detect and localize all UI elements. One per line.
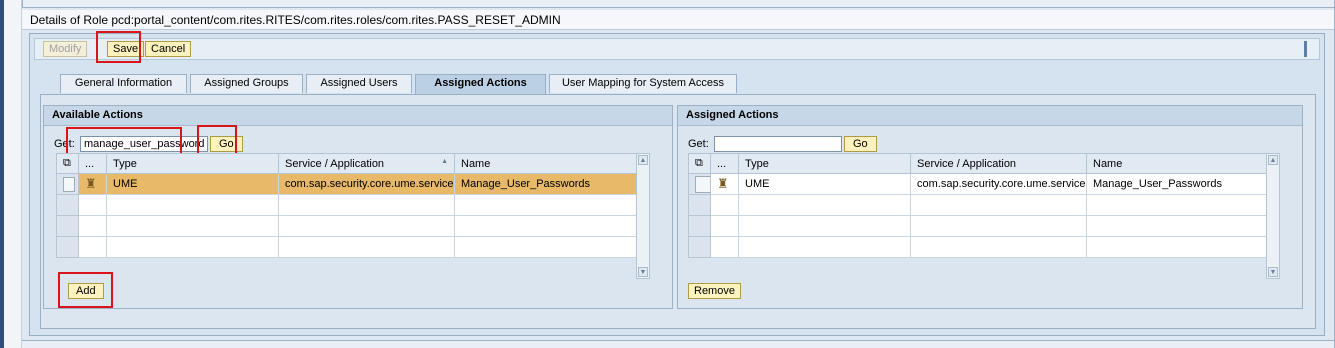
assigned-actions-panel: Assigned Actions Get: Go ⧉ ... Type Serv… (677, 105, 1303, 309)
row-selector-box[interactable] (63, 176, 75, 192)
available-actions-panel: Available Actions Get: Go ⧉ ... Type (43, 105, 673, 309)
sort-ascending-icon[interactable]: ▲ (441, 158, 448, 165)
available-get-label: Get: (54, 138, 75, 150)
scroll-down-icon[interactable]: ▼ (638, 267, 648, 277)
top-strip (22, 0, 1334, 8)
available-actions-title: Available Actions (44, 106, 672, 126)
row-selector (56, 194, 79, 216)
column-header-service[interactable]: Service / Application (910, 153, 1087, 174)
row-icon-cell: ♜ (78, 173, 107, 195)
toolbar-endcap (1304, 41, 1307, 57)
table-row-empty (56, 215, 637, 237)
scroll-down-icon[interactable]: ▼ (1268, 267, 1278, 277)
table-row-empty (688, 236, 1267, 258)
cell-service: com.sap.security.core.ume.service (910, 173, 1087, 195)
tab-user-mapping[interactable]: User Mapping for System Access (549, 74, 737, 93)
row-selector (56, 236, 79, 258)
select-all-icon[interactable]: ⧉ (56, 153, 79, 174)
available-actions-table: ⧉ ... Type Service / Application ▲ Name … (56, 153, 637, 258)
table-row-empty (56, 194, 637, 216)
assigned-search-input[interactable] (714, 136, 842, 152)
row-selector (688, 194, 711, 216)
table-row-empty (56, 236, 637, 258)
row-selector[interactable] (56, 173, 79, 195)
person-icon: ♜ (717, 176, 729, 191)
column-header-type[interactable]: Type (738, 153, 911, 174)
column-header-type[interactable]: Type (106, 153, 279, 174)
tab-general-information[interactable]: General Information (60, 74, 187, 93)
tab-assigned-users[interactable]: Assigned Users (306, 74, 412, 93)
available-get-row: Get: Go (54, 136, 274, 152)
available-table-scrollbar[interactable]: ▲ ▼ (636, 153, 650, 279)
cell-service: com.sap.security.core.ume.service (278, 173, 455, 195)
cell-name: Manage_User_Passwords (454, 173, 637, 195)
tab-content-area: Available Actions Get: Go ⧉ ... Type (40, 95, 1316, 329)
bottom-strip (22, 340, 1334, 348)
cell-name: Manage_User_Passwords (1086, 173, 1267, 195)
assigned-get-label: Get: (688, 138, 709, 150)
page-title: Details of Role pcd:portal_content/com.r… (22, 10, 1334, 30)
table-row[interactable]: ♜ UME com.sap.security.core.ume.service … (688, 173, 1267, 195)
column-header-name[interactable]: Name (1086, 153, 1267, 174)
select-all-icon[interactable]: ⧉ (688, 153, 711, 174)
tab-assigned-groups[interactable]: Assigned Groups (190, 74, 303, 93)
row-selector (56, 215, 79, 237)
column-header-name[interactable]: Name (454, 153, 637, 174)
tab-assigned-actions[interactable]: Assigned Actions (415, 74, 546, 94)
table-row-empty (688, 215, 1267, 237)
cell-type: UME (738, 173, 911, 195)
scroll-up-icon[interactable]: ▲ (638, 155, 648, 165)
assigned-actions-table: ⧉ ... Type Service / Application Name ♜ … (688, 153, 1267, 258)
left-gutter (4, 0, 22, 348)
assigned-actions-title: Assigned Actions (678, 106, 1302, 126)
table-row-empty (688, 194, 1267, 216)
person-icon: ♜ (85, 176, 97, 191)
cell-type: UME (106, 173, 279, 195)
table-row[interactable]: ♜ UME com.sap.security.core.ume.service … (56, 173, 637, 195)
column-header-more: ... (710, 153, 739, 174)
assigned-get-row: Get: Go (688, 136, 908, 152)
row-icon-cell: ♜ (710, 173, 739, 195)
cancel-button[interactable]: Cancel (145, 41, 192, 57)
remove-button[interactable]: Remove (688, 283, 741, 299)
column-header-service[interactable]: Service / Application ▲ (278, 153, 455, 174)
available-go-button[interactable]: Go (210, 136, 243, 152)
column-header-more: ... (78, 153, 107, 174)
scroll-up-icon[interactable]: ▲ (1268, 155, 1278, 165)
assigned-go-button[interactable]: Go (844, 136, 877, 152)
row-selector[interactable] (688, 173, 711, 195)
row-selector-box[interactable] (695, 175, 710, 193)
add-button[interactable]: Add (68, 283, 104, 299)
row-selector (688, 215, 711, 237)
row-selector (688, 236, 711, 258)
assigned-table-scrollbar[interactable]: ▲ ▼ (1266, 153, 1280, 279)
column-header-service-label: Service / Application (285, 157, 385, 170)
available-search-input[interactable] (80, 136, 208, 152)
role-details-frame: Modify Save Cancel General Information A… (29, 31, 1325, 336)
toolbar: Modify Save Cancel (34, 38, 1320, 60)
save-button[interactable]: Save (107, 41, 145, 57)
modify-button[interactable]: Modify (43, 41, 88, 57)
